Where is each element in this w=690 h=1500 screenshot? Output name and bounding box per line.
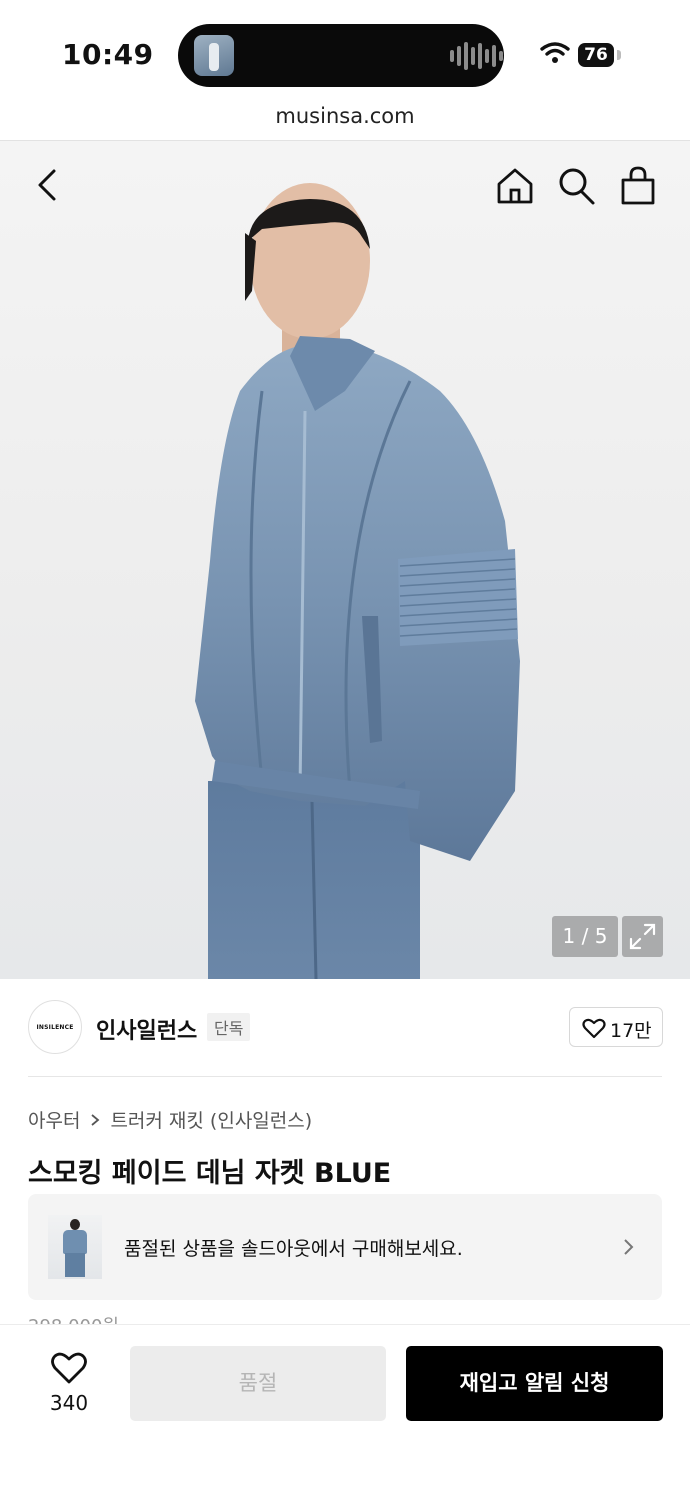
expand-icon [629, 923, 656, 950]
exclusive-badge: 단독 [207, 1013, 251, 1041]
banner-text: 품절된 상품을 솔드아웃에서 구매해보세요. [124, 1238, 463, 1260]
section-divider [28, 1076, 662, 1077]
chevron-right-icon [91, 1113, 100, 1126]
dynamic-island [178, 24, 504, 87]
product-image-gallery[interactable]: 1 / 5 [0, 141, 690, 979]
home-icon[interactable] [494, 165, 536, 207]
wishlist-button[interactable]: 340 [40, 1351, 98, 1421]
status-bar: 10:49 76 musinsa.com [0, 0, 690, 141]
back-arrow-icon[interactable] [28, 165, 68, 205]
soldout-button[interactable]: 품절 [130, 1346, 386, 1421]
banner-product-thumbnail [48, 1215, 102, 1279]
brand-logo[interactable]: INSILENCE [28, 1000, 82, 1054]
bottom-action-bar: 340 품절 재입고 알림 신청 [0, 1324, 690, 1500]
wifi-icon [540, 42, 570, 63]
heart-icon [582, 1018, 606, 1039]
restock-alert-button[interactable]: 재입고 알림 신청 [406, 1346, 663, 1421]
expand-button[interactable] [622, 916, 663, 957]
audio-waveform-icon [450, 41, 503, 71]
battery-tip [617, 50, 621, 60]
browser-url[interactable]: musinsa.com [0, 104, 690, 128]
breadcrumb: 아우터 트러커 재킷 (인사일런스) [28, 1106, 312, 1133]
chevron-right-icon [624, 1239, 634, 1255]
clock-time: 10:49 [62, 38, 154, 71]
search-icon[interactable] [556, 165, 596, 207]
brand-like-button[interactable]: 17만 [569, 1007, 663, 1047]
product-title: 스모킹 페이드 데님 자켓 BLUE [28, 1158, 392, 1189]
brand-like-count: 17만 [610, 1020, 652, 1042]
shopping-bag-icon[interactable] [618, 165, 658, 207]
wishlist-count: 340 [49, 1391, 89, 1415]
brand-row: INSILENCE 인사일런스 단독 17만 [0, 979, 690, 1077]
heart-icon [51, 1352, 87, 1384]
brand-name[interactable]: 인사일런스 [96, 1013, 197, 1045]
battery-icon: 76 [578, 43, 614, 67]
soldout-banner[interactable]: 품절된 상품을 솔드아웃에서 구매해보세요. [28, 1194, 662, 1300]
product-photo [195, 183, 520, 979]
breadcrumb-subcategory[interactable]: 트러커 재킷 (인사일런스) [110, 1106, 312, 1133]
image-counter: 1 / 5 [552, 916, 618, 957]
breadcrumb-category[interactable]: 아우터 [28, 1106, 80, 1133]
now-playing-thumbnail [194, 35, 234, 76]
